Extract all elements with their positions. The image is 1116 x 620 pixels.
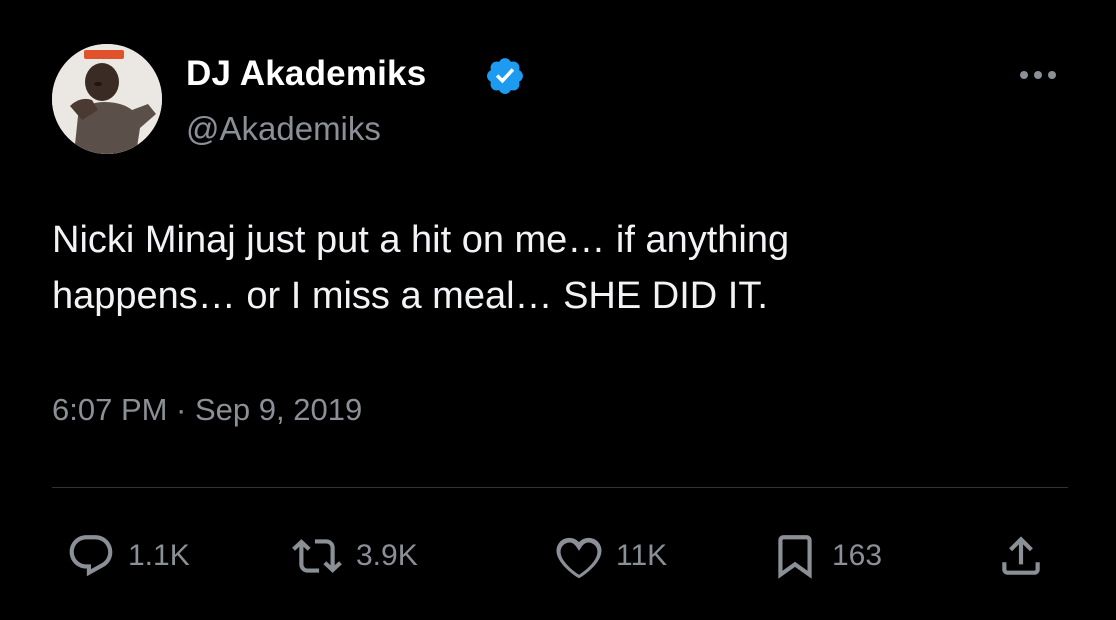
share-button[interactable] [996, 530, 1046, 582]
like-count: 11K [616, 539, 668, 572]
avatar[interactable] [52, 44, 162, 154]
display-name[interactable]: DJ Akademiks [186, 52, 426, 96]
user-handle[interactable]: @Akademiks [186, 107, 381, 151]
repost-button[interactable]: 3.9K [290, 530, 418, 582]
like-button[interactable]: 11K [554, 530, 667, 582]
bookmark-count: 163 [832, 539, 883, 572]
verified-badge-icon [487, 58, 523, 94]
tweet-text: Nicki Minaj just put a hit on me… if any… [52, 219, 790, 317]
share-upload-icon [1002, 536, 1040, 575]
tweet-card: DJ Akademiks @Akademiks Nicki Minaj just… [0, 0, 1116, 620]
reply-button[interactable]: 1.1K [66, 530, 190, 582]
repost-count: 3.9K [356, 539, 418, 572]
bookmark-button[interactable]: 163 [770, 530, 882, 582]
avatar-image [52, 44, 162, 154]
repost-arrows-icon [292, 539, 342, 573]
reply-count: 1.1K [128, 539, 190, 572]
more-dots-icon[interactable] [1012, 60, 1064, 90]
bookmark-icon [778, 535, 812, 579]
divider [52, 487, 1068, 488]
heart-icon [556, 537, 602, 579]
reply-bubble-icon [69, 535, 113, 577]
tweet-timestamp[interactable]: 6:07 PM · Sep 9, 2019 [52, 388, 362, 432]
